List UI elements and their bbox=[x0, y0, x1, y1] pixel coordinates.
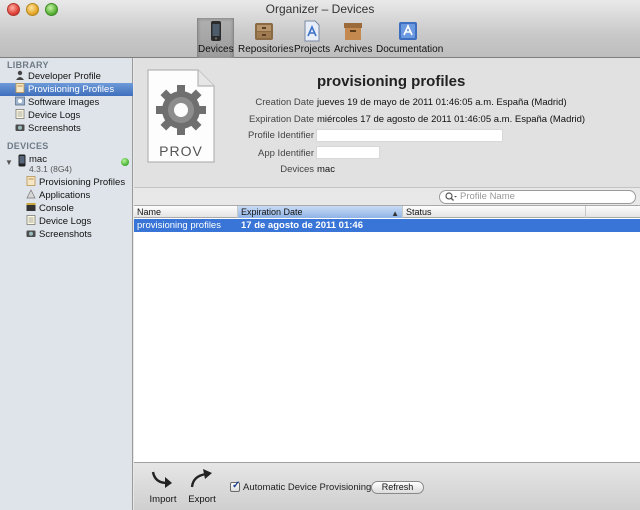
row-name-cell: provisioning profiles bbox=[137, 220, 221, 231]
device-item-provisioning-profiles[interactable]: Provisioning Profiles bbox=[0, 176, 133, 189]
sidebar-item-label: Console bbox=[39, 203, 74, 214]
library-heading: LIBRARY bbox=[7, 60, 49, 70]
profile-identifier-value bbox=[316, 129, 503, 142]
toolbar-documentation-button[interactable]: Documentation bbox=[376, 18, 444, 58]
repository-icon bbox=[255, 23, 273, 40]
documentation-icon bbox=[399, 22, 417, 40]
toolbar-devices-label: Devices bbox=[198, 44, 234, 55]
camera-icon bbox=[15, 124, 25, 131]
refresh-button[interactable]: Refresh bbox=[371, 481, 424, 494]
profile-title: provisioning profiles bbox=[317, 73, 466, 90]
table-header: Name Expiration Date ▲ Status bbox=[134, 206, 640, 218]
device-item-console[interactable]: Console bbox=[0, 202, 133, 215]
applications-icon bbox=[26, 189, 36, 199]
iphone-icon bbox=[210, 21, 221, 41]
device-logs-icon bbox=[15, 109, 25, 119]
profile-details: PROV provisioning profiles Creation Date… bbox=[134, 58, 640, 188]
export-arrow-icon bbox=[190, 469, 212, 488]
sidebar-item-label: Software Images bbox=[28, 97, 100, 108]
export-button[interactable]: Export bbox=[182, 469, 222, 505]
profile-icon bbox=[26, 176, 36, 186]
column-header-label: Status bbox=[406, 207, 432, 217]
profile-name-search-field[interactable]: Profile Name bbox=[439, 190, 636, 204]
sidebar-item-label: Device Logs bbox=[39, 216, 92, 227]
profiles-table: Name Expiration Date ▲ Status provisionin… bbox=[134, 205, 640, 462]
toolbar-archives-button[interactable]: Archives bbox=[334, 18, 372, 58]
person-icon bbox=[16, 70, 24, 80]
search-icon bbox=[445, 192, 457, 201]
column-header-name[interactable]: Name bbox=[134, 206, 238, 218]
iphone-icon bbox=[18, 154, 26, 167]
sidebar-device-mac[interactable]: ▼ mac 4.3.1 (8G4) bbox=[0, 154, 133, 178]
search-placeholder: Profile Name bbox=[460, 191, 515, 202]
expiration-date-label: Expiration Date bbox=[249, 114, 314, 125]
window-title: Organizer – Devices bbox=[265, 2, 375, 16]
sidebar-item-device-logs[interactable]: Device Logs bbox=[0, 109, 133, 122]
device-item-applications[interactable]: Applications bbox=[0, 189, 133, 202]
sidebar-item-label: Provisioning Profiles bbox=[39, 177, 126, 188]
software-images-icon bbox=[15, 96, 25, 106]
creation-date-value: jueves 19 de mayo de 2011 01:46:05 a.m. … bbox=[317, 97, 567, 108]
sidebar-item-label: Developer Profile bbox=[28, 71, 101, 82]
toolbar-repositories-label: Repositories bbox=[238, 44, 294, 55]
title-bar: Organizer – Devices Devices Repositories… bbox=[0, 0, 640, 58]
bottom-toolbar: Import Export ✓ Automatic Device Provisio… bbox=[134, 462, 640, 510]
sidebar-item-label: Applications bbox=[39, 190, 91, 201]
profile-icon bbox=[15, 83, 25, 93]
sidebar-item-label: Provisioning Profiles bbox=[28, 84, 115, 95]
app-identifier-value bbox=[316, 146, 380, 159]
toolbar-projects-button[interactable]: Projects bbox=[294, 18, 330, 58]
column-header-label: Expiration Date bbox=[241, 207, 303, 217]
sidebar: LIBRARY Developer Profile Provisioning P… bbox=[0, 58, 133, 510]
app-identifier-label: App Identifier bbox=[258, 148, 314, 159]
import-button[interactable]: Import bbox=[143, 469, 183, 505]
toolbar-documentation-label: Documentation bbox=[376, 44, 444, 55]
devices-label: Devices bbox=[280, 164, 314, 175]
projects-icon bbox=[304, 20, 320, 42]
devices-heading: DEVICES bbox=[7, 141, 49, 151]
auto-provisioning-option: ✓ Automatic Device Provisioning bbox=[230, 480, 372, 493]
expiration-date-value: miércoles 17 de agosto de 2011 01:46:05 … bbox=[317, 114, 586, 125]
toolbar-archives-label: Archives bbox=[334, 44, 373, 55]
disclosure-triangle-icon[interactable]: ▼ bbox=[5, 158, 13, 167]
sidebar-item-label: Screenshots bbox=[39, 229, 92, 240]
import-arrow-icon bbox=[151, 471, 172, 488]
profile-identifier-label: Profile Identifier bbox=[247, 130, 314, 141]
column-header-status[interactable]: Status bbox=[403, 206, 586, 218]
column-header-label: Name bbox=[137, 207, 162, 217]
devices-value: mac bbox=[317, 164, 335, 175]
archive-icon bbox=[344, 23, 362, 40]
table-row[interactable]: provisioning profiles 17 de agosto de 20… bbox=[134, 219, 640, 232]
camera-icon bbox=[26, 230, 36, 237]
toolbar-devices-button[interactable]: Devices bbox=[197, 18, 234, 58]
device-logs-icon bbox=[26, 215, 36, 225]
sidebar-item-label: Screenshots bbox=[28, 123, 81, 134]
auto-provisioning-checkbox[interactable]: ✓ bbox=[230, 480, 241, 492]
checkmark-icon: ✓ bbox=[232, 480, 241, 491]
sidebar-item-developer-profile[interactable]: Developer Profile bbox=[0, 70, 133, 83]
row-expiration-cell: 17 de agosto de 2011 01:46 bbox=[241, 220, 363, 231]
device-version: 4.3.1 (8G4) bbox=[29, 164, 72, 174]
column-header-expiration-date[interactable]: Expiration Date ▲ bbox=[238, 206, 403, 218]
auto-provisioning-label: Automatic Device Provisioning bbox=[243, 482, 372, 493]
toolbar-repositories-button[interactable]: Repositories bbox=[238, 18, 294, 58]
device-item-screenshots[interactable]: Screenshots bbox=[0, 228, 133, 241]
device-status-indicator bbox=[121, 158, 129, 166]
import-label: Import bbox=[149, 494, 177, 505]
console-icon bbox=[26, 203, 36, 211]
sidebar-item-label: Device Logs bbox=[28, 110, 81, 121]
sidebar-item-screenshots[interactable]: Screenshots bbox=[0, 122, 133, 135]
sidebar-item-provisioning-profiles[interactable]: Provisioning Profiles bbox=[0, 83, 133, 96]
sidebar-item-software-images[interactable]: Software Images bbox=[0, 96, 133, 109]
toolbar-projects-label: Projects bbox=[294, 44, 331, 55]
export-label: Export bbox=[188, 494, 216, 505]
device-item-device-logs[interactable]: Device Logs bbox=[0, 215, 133, 228]
search-bar: Profile Name bbox=[134, 188, 640, 205]
creation-date-label: Creation Date bbox=[255, 97, 314, 108]
